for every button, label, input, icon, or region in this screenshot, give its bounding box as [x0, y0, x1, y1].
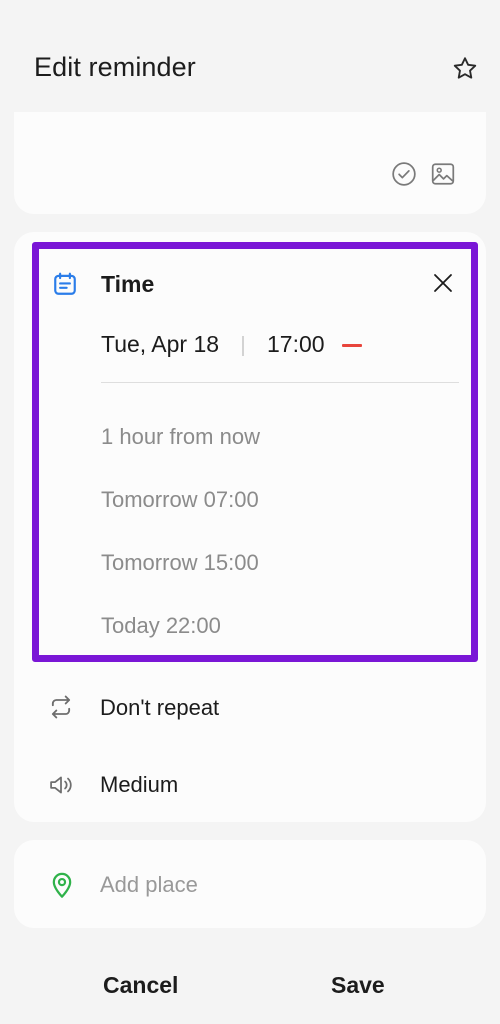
location-pin-icon — [52, 872, 72, 898]
priority-option[interactable]: Medium — [100, 772, 178, 798]
checklist-button[interactable] — [388, 158, 420, 190]
star-outline-icon — [453, 57, 477, 79]
add-place-card[interactable]: Add place — [14, 840, 486, 928]
repeat-icon — [46, 692, 76, 722]
header: Edit reminder — [0, 0, 500, 112]
close-icon — [434, 274, 452, 292]
divider — [101, 382, 459, 383]
add-image-button[interactable] — [426, 157, 460, 191]
cancel-button[interactable]: Cancel — [103, 972, 178, 999]
time-option[interactable]: Tomorrow 07:00 — [101, 487, 259, 513]
close-time-button[interactable] — [427, 267, 459, 299]
time-picker[interactable]: 17:00 — [267, 331, 325, 358]
date-time-separator — [242, 336, 244, 356]
save-button[interactable]: Save — [331, 972, 385, 999]
calendar-icon — [54, 272, 76, 295]
sound-icon — [46, 770, 76, 800]
time-option[interactable]: Today 22:00 — [101, 613, 221, 639]
repeat-option[interactable]: Don't repeat — [100, 695, 219, 721]
time-indicator — [342, 344, 362, 347]
edit-reminder-screen: Edit reminder Time Tue, Apr 18 17:00 1 h… — [0, 0, 500, 1024]
date-picker[interactable]: Tue, Apr 18 — [101, 331, 219, 358]
time-section: Time Tue, Apr 18 17:00 1 hour from now T… — [32, 242, 478, 662]
time-label: Time — [101, 271, 155, 297]
favorite-button[interactable] — [448, 52, 482, 86]
image-icon — [431, 163, 455, 185]
reminder-content-card[interactable] — [14, 112, 486, 214]
time-option[interactable]: 1 hour from now — [101, 424, 260, 450]
add-place-field[interactable]: Add place — [100, 872, 198, 898]
check-circle-icon — [392, 162, 416, 186]
time-option[interactable]: Tomorrow 15:00 — [101, 550, 259, 576]
page-title: Edit reminder — [34, 52, 196, 82]
